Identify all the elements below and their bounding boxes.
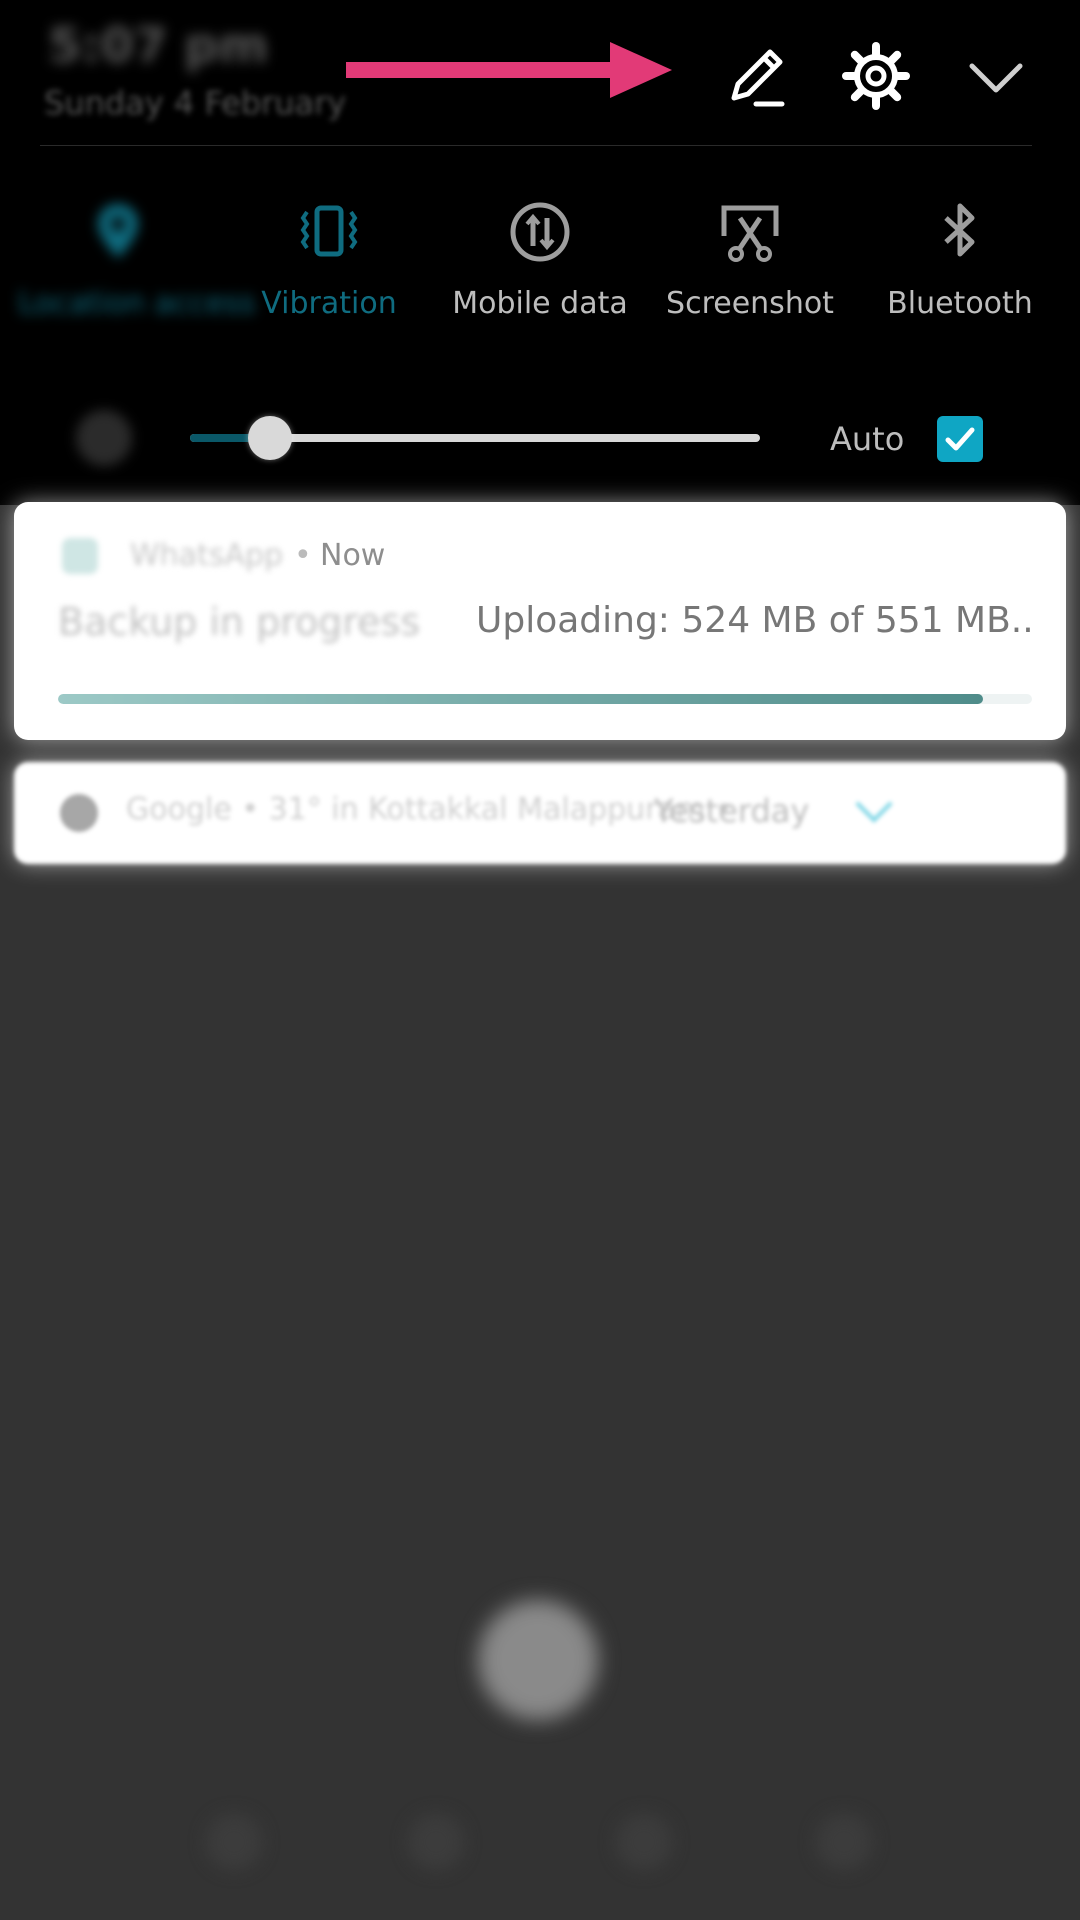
google-icon <box>60 794 98 832</box>
brightness-slider[interactable] <box>190 416 760 460</box>
auto-brightness-checkbox[interactable] <box>937 416 983 462</box>
brightness-slider-thumb[interactable] <box>247 416 292 460</box>
vibration-icon <box>300 205 358 257</box>
toggle-location-label: Location access <box>18 286 256 321</box>
toggle-bluetooth-label: Bluetooth <box>887 286 1033 321</box>
notification-shade: 5:07 pm Sunday 4 February Location acces… <box>0 0 1080 505</box>
pencil-icon[interactable] <box>720 40 792 112</box>
toggle-vibration[interactable]: Vibration <box>229 196 429 321</box>
notification-body: Uploading: 524 MB of 551 MB.. <box>476 600 1034 641</box>
notification-google-time: Yesterday <box>654 792 810 830</box>
toggle-screenshot[interactable]: Screenshot <box>650 196 850 321</box>
notification-separator: • <box>294 538 312 573</box>
header-divider <box>40 145 1032 146</box>
expand-chevron-icon[interactable] <box>854 796 894 828</box>
toggle-screenshot-label: Screenshot <box>666 286 834 321</box>
dock-app-icon <box>206 1814 262 1870</box>
brightness-icon <box>76 410 132 466</box>
location-icon <box>98 204 138 258</box>
notification-google[interactable]: Google • 31° in Kottakkal Malappuram • Y… <box>14 762 1066 864</box>
toggle-bluetooth[interactable]: Bluetooth <box>860 196 1060 321</box>
auto-brightness-label: Auto <box>830 420 905 458</box>
whatsapp-icon <box>62 538 98 574</box>
home-background-blob <box>478 1600 598 1720</box>
annotation-arrow-icon <box>346 42 672 98</box>
chevron-down-icon[interactable] <box>960 40 1032 112</box>
dock-app-icon <box>408 1814 464 1870</box>
toggle-mobile-data[interactable]: Mobile data <box>440 196 640 321</box>
upload-progress-bar <box>58 694 1032 704</box>
clock-time: 5:07 pm <box>48 18 269 74</box>
toggle-location[interactable]: Location access <box>18 196 256 321</box>
notification-backup[interactable]: WhatsApp • Now Backup in progress Upload… <box>14 502 1066 740</box>
bluetooth-icon <box>944 203 975 257</box>
dock-app-icon <box>816 1814 872 1870</box>
checkmark-icon <box>945 427 975 451</box>
notification-app-name: WhatsApp <box>130 538 284 573</box>
gear-icon[interactable] <box>840 40 912 112</box>
mobile-data-icon <box>510 202 570 262</box>
toggle-mobile-data-label: Mobile data <box>452 286 628 321</box>
toggle-vibration-label: Vibration <box>261 286 397 321</box>
clock-date: Sunday 4 February <box>44 84 347 122</box>
upload-progress-fill <box>58 694 984 704</box>
notification-title: Backup in progress <box>58 600 421 644</box>
notification-google-app: Google <box>126 792 232 827</box>
screenshot-icon <box>721 205 779 262</box>
notification-time: Now <box>320 538 386 573</box>
dock-app-icon <box>616 1814 672 1870</box>
notification-google-text: Google • 31° in Kottakkal Malappuram • <box>126 792 732 827</box>
